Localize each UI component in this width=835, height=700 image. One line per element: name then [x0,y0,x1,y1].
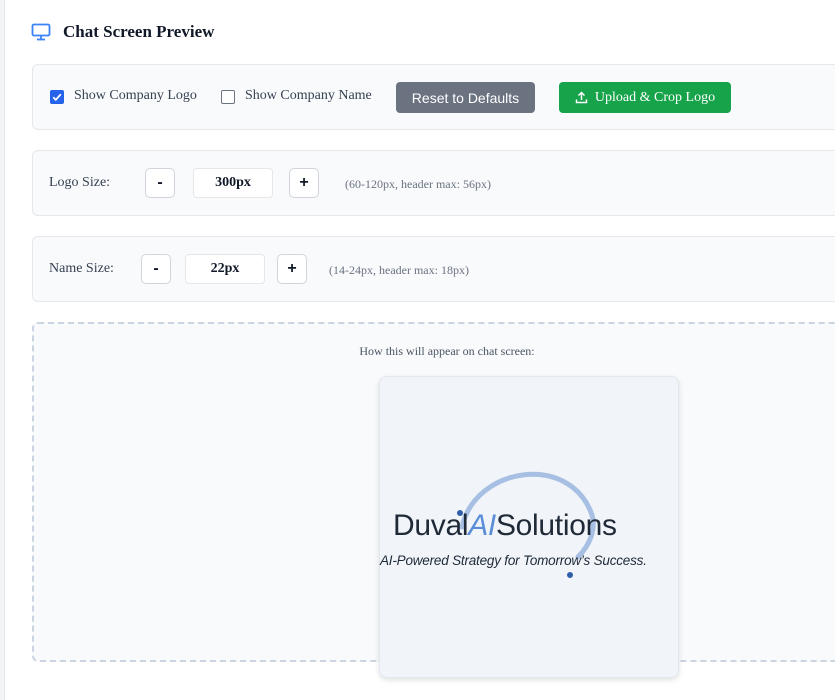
logo-size-label: Logo Size: [49,175,111,190]
name-size-input[interactable]: 22px [185,254,265,284]
logo-wordmark: DuvalAISolutions [393,509,617,543]
show-logo-label[interactable]: Show Company Logo [74,88,197,104]
upload-crop-logo-button[interactable]: Upload & Crop Logo [559,82,731,113]
logo-size-decrement-button[interactable]: - [145,168,175,198]
upload-button-label: Upload & Crop Logo [594,89,716,105]
upload-icon [575,91,595,104]
name-size-label: Name Size: [49,261,114,276]
logo-size-input[interactable]: 300px [193,168,273,198]
chat-screen-card: DuvalAISolutions AI-Powered Strategy for… [379,376,679,678]
settings-panel: Chat Screen Preview Show Company Logo Sh… [4,0,835,700]
company-logo: DuvalAISolutions AI-Powered Strategy for… [380,457,678,587]
logo-solutions-part: Solutions [495,509,617,542]
reset-defaults-button[interactable]: Reset to Defaults [396,82,535,113]
logo-size-row: Logo Size: - 300px + (60-120px, header m… [32,150,835,216]
chat-preview-area: How this will appear on chat screen: Duv… [32,322,835,678]
name-size-hint: (14-24px, header max: 18px) [329,263,469,277]
name-size-row: Name Size: - 22px + (14-24px, header max… [32,236,835,302]
show-logo-checkbox[interactable] [50,90,64,104]
logo-size-hint: (60-120px, header max: 56px) [345,177,491,191]
logo-name-part: Duval [393,509,469,542]
show-name-checkbox[interactable] [221,90,235,104]
show-name-label[interactable]: Show Company Name [245,88,372,104]
preview-caption: How this will appear on chat screen: [359,344,535,358]
logo-ai-part: AI [468,509,496,542]
logo-tagline: AI-Powered Strategy for Tomorrow’s Succe… [380,553,647,568]
display-options-bar: Show Company Logo Show Company Name Rese… [32,64,835,130]
name-size-increment-button[interactable]: + [277,254,307,284]
logo-size-increment-button[interactable]: + [289,168,319,198]
name-size-decrement-button[interactable]: - [141,254,171,284]
monitor-icon [31,23,51,41]
section-header: Chat Screen Preview [31,22,214,42]
page-title: Chat Screen Preview [63,22,215,41]
